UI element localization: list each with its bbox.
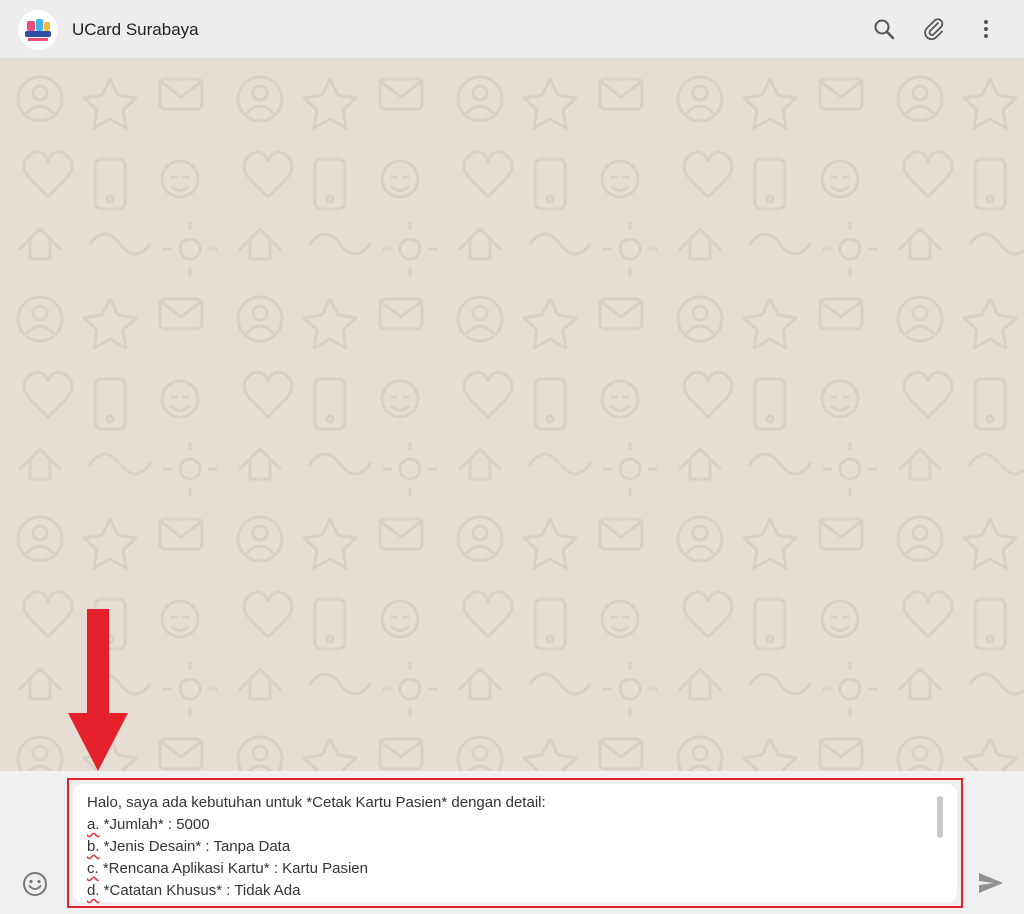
line-text: *Rencana Aplikasi Kartu* : Kartu Pasien [98,860,368,877]
message-line: Halo, saya ada kebutuhan untuk *Cetak Ka… [87,794,546,811]
ucard-logo-icon [18,10,58,50]
contact-avatar[interactable] [18,10,58,50]
line-prefix: d. [87,882,100,899]
paperclip-icon[interactable] [922,17,946,41]
chat-background [0,59,1024,771]
line-prefix: a. [87,816,100,833]
line-text: *Jumlah* : 5000 [99,816,210,833]
message-line: a. *Jumlah* : 5000 [87,816,210,833]
line-prefix: c. [87,860,99,877]
message-input[interactable]: Halo, saya ada kebutuhan untuk *Cetak Ka… [73,784,957,902]
emoji-icon[interactable] [22,871,48,897]
send-icon[interactable] [978,872,1004,894]
composer-scrollbar[interactable] [937,796,943,838]
chat-header: UCard Surabaya [0,0,1024,59]
contact-name[interactable]: UCard Surabaya [72,20,199,40]
message-composer-highlight: Halo, saya ada kebutuhan untuk *Cetak Ka… [67,778,963,908]
search-icon[interactable] [872,17,896,41]
line-text: *Catatan Khusus* : Tidak Ada [99,882,301,899]
doodle-pattern [0,59,1024,771]
more-vertical-icon[interactable] [974,17,998,41]
line-prefix: b. [87,838,100,855]
line-text: Halo, saya ada kebutuhan untuk *Cetak Ka… [87,794,546,811]
red-down-arrow-annotation [68,609,128,771]
message-line: d. *Catatan Khusus* : Tidak Ada [87,882,300,899]
message-line: b. *Jenis Desain* : Tanpa Data [87,838,290,855]
message-line: c. *Rencana Aplikasi Kartu* : Kartu Pasi… [87,860,368,877]
line-text: *Jenis Desain* : Tanpa Data [99,838,291,855]
